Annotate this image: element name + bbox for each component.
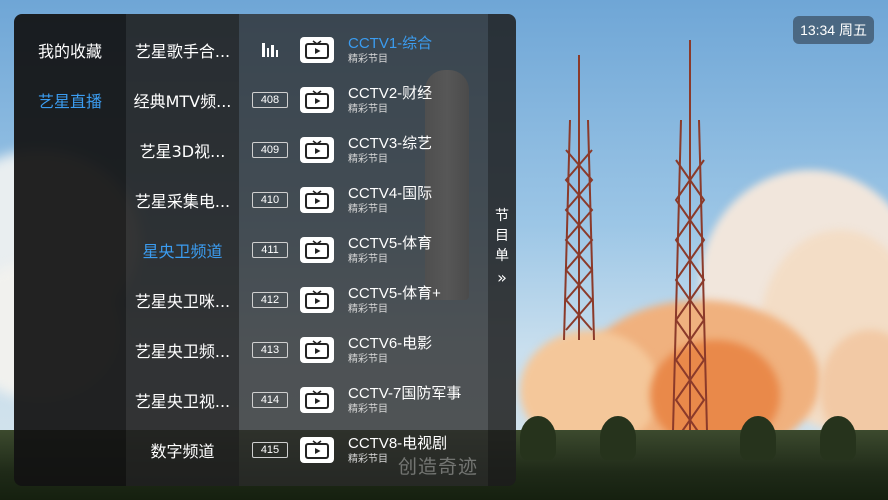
channel-menu-panel: 我的收藏 艺星直播 艺星歌手合... 经典MTV频... 艺星3D视... 艺星… [14,14,516,486]
tree [600,416,636,460]
group-item[interactable]: 艺星央卫频... [126,325,239,375]
channel-number-badge: 411 [252,242,288,258]
group-item[interactable]: 艺星3D视... [126,125,239,175]
group-item[interactable]: 艺星央卫视... [126,375,239,425]
tv-icon [300,237,334,263]
clock: 13:34 周五 [793,16,874,44]
channel-number-badge: 413 [252,342,288,358]
channel-subtitle: 精彩节目 [348,203,388,215]
tv-icon [300,437,334,463]
group-label: 星央卫频道 [142,242,223,261]
tv-icon [300,87,334,113]
group-item[interactable]: 数字频道 [126,425,239,475]
channel-name: CCTV1-综合 [348,34,433,52]
group-label: 艺星3D视... [139,142,226,161]
channel-number-badge: 408 [252,92,288,108]
group-label: 艺星央卫频... [134,342,231,361]
channel-subtitle: 精彩节目 [348,303,388,315]
tv-icon [300,387,334,413]
tree [520,416,556,460]
now-playing-icon [262,43,278,57]
channel-name: CCTV5-体育+ [348,284,441,302]
channel-row[interactable]: 412 CCTV5-体育+ 精彩节目 [239,275,488,325]
channel-number-badge: 415 [252,442,288,458]
tree [820,416,856,460]
group-label: 艺星央卫视... [134,392,231,411]
channel-name: CCTV2-财经 [348,84,433,102]
category-label: 我的收藏 [37,42,102,61]
channel-row[interactable]: CCTV1-综合 精彩节目 [239,25,488,75]
channel-number-badge: 409 [252,142,288,158]
category-yixing-live[interactable]: 艺星直播 [14,75,126,125]
channel-name: CCTV6-电影 [348,334,433,352]
channel-number-badge: 412 [252,292,288,308]
tv-icon [300,287,334,313]
channel-number-badge: 414 [252,392,288,408]
channel-row[interactable]: 413 CCTV6-电影 精彩节目 [239,325,488,375]
channel-list: CCTV1-综合 精彩节目 408 CCTV2-财经 精彩节目 409 CCTV… [239,14,488,486]
tv-icon [300,37,334,63]
video-watermark: 创造奇迹 [398,456,479,478]
group-item[interactable]: 艺星歌手合... [126,25,239,75]
tv-icon [300,137,334,163]
double-chevron-right-icon: » [497,268,507,287]
channel-name: CCTV5-体育 [348,234,433,252]
channel-subtitle: 精彩节目 [348,253,388,265]
channel-name: CCTV4-国际 [348,184,433,202]
tv-icon [300,337,334,363]
group-label: 艺星采集电... [134,192,231,211]
channel-subtitle: 精彩节目 [348,53,388,65]
group-item[interactable]: 艺星采集电... [126,175,239,225]
group-label: 艺星央卫咪... [134,292,231,311]
epg-label-char: 节 [495,208,509,224]
tree [740,416,776,460]
category-list: 我的收藏 艺星直播 [14,14,126,486]
channel-subtitle: 精彩节目 [348,153,388,165]
channel-subtitle: 精彩节目 [348,353,388,365]
group-item[interactable]: 经典MTV频... [126,75,239,125]
channel-row[interactable]: 411 CCTV5-体育 精彩节目 [239,225,488,275]
category-label: 艺星直播 [37,92,102,111]
category-favorites[interactable]: 我的收藏 [14,25,126,75]
channel-subtitle: 精彩节目 [348,103,388,115]
channel-name: CCTV8-电视剧 [348,434,448,452]
channel-row[interactable]: 408 CCTV2-财经 精彩节目 [239,75,488,125]
channel-name: CCTV-7国防军事 [348,384,462,402]
epg-label-char: 目 [495,228,509,244]
group-item[interactable]: 艺星央卫咪... [126,275,239,325]
channel-number-badge: 410 [252,192,288,208]
tv-icon [300,187,334,213]
channel-number-slot [239,43,301,57]
epg-toggle[interactable]: 节 目 单 » [488,14,516,486]
channel-row[interactable]: 409 CCTV3-综艺 精彩节目 [239,125,488,175]
channel-row[interactable]: 410 CCTV4-国际 精彩节目 [239,175,488,225]
channel-name: CCTV3-综艺 [348,134,433,152]
channel-subtitle: 精彩节目 [348,403,388,415]
group-label: 经典MTV频... [133,92,232,111]
channel-row[interactable]: 414 CCTV-7国防军事 精彩节目 [239,375,488,425]
group-label: 数字频道 [150,442,215,461]
group-list: 艺星歌手合... 经典MTV频... 艺星3D视... 艺星采集电... 星央卫… [126,14,239,486]
epg-label-char: 单 [495,248,509,264]
group-label: 艺星歌手合... [134,42,231,61]
group-item-selected[interactable]: 星央卫频道 [126,225,239,275]
